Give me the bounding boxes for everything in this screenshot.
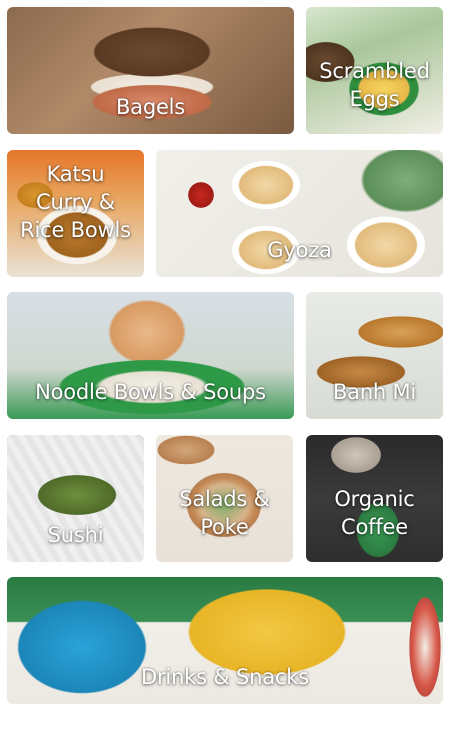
katsu-curry-image: [7, 150, 144, 277]
scrambled-eggs-image: [306, 7, 443, 134]
category-tile-bagels[interactable]: Bagels: [7, 7, 294, 134]
banh-mi-image: [306, 292, 443, 419]
category-tile-scrambled-eggs[interactable]: Scrambled Eggs: [306, 7, 443, 134]
category-tile-drinks-snacks[interactable]: Drinks & Snacks: [7, 577, 443, 704]
category-tile-sushi[interactable]: Sushi: [7, 435, 144, 562]
drinks-snacks-image: [7, 577, 443, 704]
category-tile-noodle-bowls-soups[interactable]: Noodle Bowls & Soups: [7, 292, 294, 419]
category-tile-katsu-curry-rice-bowls[interactable]: Katsu Curry & Rice Bowls: [7, 150, 144, 277]
category-tile-salads-poke[interactable]: Salads & Poke: [156, 435, 293, 562]
salad-poke-image: [156, 435, 293, 562]
gyoza-image: [156, 150, 443, 277]
category-tile-gyoza[interactable]: Gyoza: [156, 150, 443, 277]
bagels-image: [7, 7, 294, 134]
coffee-image: [306, 435, 443, 562]
sushi-image: [7, 435, 144, 562]
category-tile-organic-coffee[interactable]: Organic Coffee: [306, 435, 443, 562]
noodle-bowl-image: [7, 292, 294, 419]
menu-category-grid: Bagels Scrambled Eggs Katsu Curry & Rice…: [0, 0, 450, 750]
category-tile-banh-mi[interactable]: Banh Mi: [306, 292, 443, 419]
